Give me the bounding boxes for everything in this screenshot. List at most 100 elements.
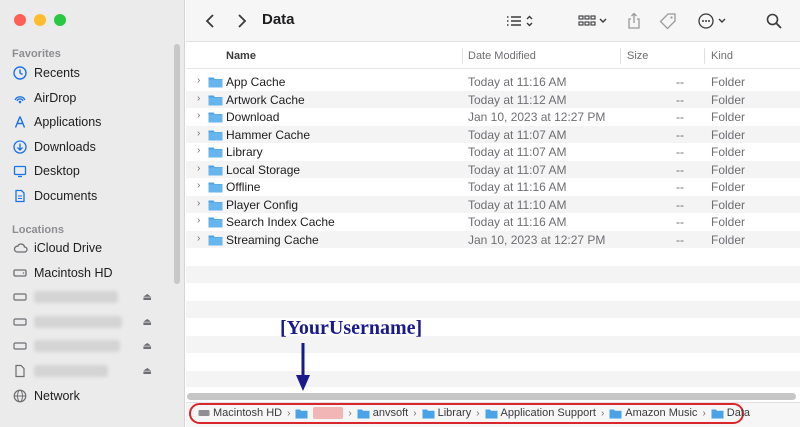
file-row[interactable]: › Hammer Cache Today at 11:07 AM -- Fold… (186, 125, 800, 144)
sidebar-item-network[interactable]: Network (12, 385, 172, 407)
forward-button[interactable] (234, 10, 250, 32)
disclosure-chevron-icon[interactable]: › (197, 215, 200, 226)
sidebar-item-volume[interactable]: ⏏ (12, 311, 172, 333)
disclosure-chevron-icon[interactable]: › (197, 198, 200, 209)
sidebar-item-volume[interactable]: ⏏ (12, 286, 172, 308)
folder-icon (208, 128, 223, 144)
view-options-button[interactable] (504, 10, 536, 32)
file-size: -- (676, 215, 684, 229)
close-button[interactable] (14, 14, 26, 26)
folder-icon (422, 408, 435, 419)
sidebar-item-label: Network (34, 389, 80, 403)
column-name[interactable]: Name (226, 43, 256, 69)
file-row[interactable]: › Local Storage Today at 11:07 AM -- Fol… (186, 160, 800, 178)
eject-icon[interactable]: ⏏ (143, 366, 152, 377)
search-button[interactable] (764, 10, 784, 32)
column-date-modified[interactable]: Date Modified (468, 43, 536, 69)
redacted-label (34, 291, 118, 303)
minimize-button[interactable] (34, 14, 46, 26)
file-row[interactable]: › Player Config Today at 11:10 AM -- Fol… (186, 195, 800, 213)
sidebar-item-documents[interactable]: Documents (12, 185, 172, 207)
finder-window: Favorites Recents AirDrop Applications D… (0, 0, 800, 427)
sidebar-item-applications[interactable]: Applications (12, 111, 172, 133)
grid-view-icon (578, 15, 607, 26)
desktop-icon (12, 163, 28, 179)
sidebar-item-airdrop[interactable]: AirDrop (12, 87, 172, 109)
sidebar-item-downloads[interactable]: Downloads (12, 136, 172, 158)
back-button[interactable] (202, 10, 218, 32)
column-divider[interactable] (620, 48, 621, 64)
file-size: -- (676, 127, 684, 142)
file-name: Library (226, 145, 263, 159)
empty-row-stripe (186, 370, 800, 387)
folder-icon (485, 408, 498, 419)
file-row[interactable]: › Artwork Cache Today at 11:12 AM -- Fol… (186, 90, 800, 108)
breadcrumb-separator: › (600, 407, 605, 419)
file-row[interactable]: › Offline Today at 11:16 AM -- Folder (186, 178, 800, 196)
file-kind: Folder (711, 197, 746, 212)
disclosure-chevron-icon[interactable]: › (197, 233, 200, 244)
sidebar-item-recents[interactable]: Recents (12, 62, 172, 84)
file-name: Player Config (226, 197, 299, 212)
disclosure-chevron-icon[interactable]: › (197, 93, 200, 104)
eject-icon[interactable]: ⏏ (143, 317, 152, 328)
file-date: Today at 11:07 AM (468, 162, 567, 177)
file-date: Jan 10, 2023 at 12:27 PM (468, 110, 606, 124)
column-kind[interactable]: Kind (711, 43, 733, 69)
file-row[interactable]: › Download Jan 10, 2023 at 12:27 PM -- F… (186, 108, 800, 126)
file-date: Today at 11:16 AM (468, 215, 567, 229)
breadcrumb-item[interactable]: anvsoft (357, 407, 408, 419)
disk-icon (12, 289, 28, 305)
sidebar-item-label: iCloud Drive (34, 241, 103, 255)
document-icon (12, 188, 28, 204)
breadcrumb-item-username[interactable] (295, 407, 344, 419)
disclosure-chevron-icon[interactable]: › (197, 110, 200, 121)
eject-icon[interactable]: ⏏ (143, 292, 152, 303)
sidebar-item-macintosh-hd[interactable]: Macintosh HD (12, 262, 172, 284)
breadcrumb-item[interactable]: Macintosh HD (198, 407, 282, 419)
folder-icon (208, 145, 223, 161)
disclosure-chevron-icon[interactable]: › (197, 75, 200, 86)
empty-row-stripe (186, 335, 800, 353)
sidebar-item-volume[interactable]: ⏏ (12, 335, 172, 357)
disclosure-chevron-icon[interactable]: › (197, 163, 200, 174)
column-header-row: Name Date Modified Size Kind (186, 43, 800, 69)
sidebar-item-volume[interactable]: ⏏ (12, 360, 172, 382)
file-row[interactable]: › Streaming Cache Jan 10, 2023 at 12:27 … (186, 230, 800, 248)
action-menu-button[interactable] (696, 10, 730, 32)
disclosure-chevron-icon[interactable]: › (197, 128, 200, 139)
sidebar-item-label: Recents (34, 66, 80, 80)
column-size[interactable]: Size (627, 43, 648, 69)
group-button[interactable] (576, 10, 612, 32)
breadcrumb-item[interactable]: Application Support (485, 407, 596, 419)
applications-icon (12, 114, 28, 130)
share-button[interactable] (624, 10, 644, 32)
file-row[interactable]: › App Cache Today at 11:16 AM -- Folder (186, 73, 800, 91)
breadcrumb-item[interactable]: Data (711, 407, 750, 419)
tag-button[interactable] (657, 10, 679, 32)
disclosure-chevron-icon[interactable]: › (197, 180, 200, 191)
horizontal-scrollbar[interactable] (187, 393, 796, 400)
sidebar-scrollbar[interactable] (174, 44, 180, 284)
eject-icon[interactable]: ⏏ (143, 341, 152, 352)
disclosure-chevron-icon[interactable]: › (197, 145, 200, 156)
file-name: Search Index Cache (226, 215, 335, 229)
zoom-button[interactable] (54, 14, 66, 26)
column-divider[interactable] (462, 48, 463, 64)
file-name: App Cache (226, 75, 286, 89)
file-size: -- (676, 232, 684, 247)
empty-row-stripe (186, 300, 800, 318)
sidebar-item-label: Desktop (34, 164, 80, 178)
file-row[interactable]: › Library Today at 11:07 AM -- Folder (186, 143, 800, 161)
file-row[interactable]: › Search Index Cache Today at 11:16 AM -… (186, 213, 800, 231)
breadcrumb-item[interactable]: Amazon Music (609, 407, 697, 419)
list-view-icon (507, 15, 533, 27)
sidebar-item-icloud-drive[interactable]: iCloud Drive (12, 237, 172, 259)
breadcrumb-item[interactable]: Library (422, 407, 471, 419)
sidebar-item-label: AirDrop (34, 91, 77, 105)
file-size: -- (676, 162, 684, 177)
redacted-label (313, 407, 344, 419)
username-annotation: [YourUsername] (280, 317, 423, 339)
sidebar-item-desktop[interactable]: Desktop (12, 160, 172, 182)
column-divider[interactable] (704, 48, 705, 64)
